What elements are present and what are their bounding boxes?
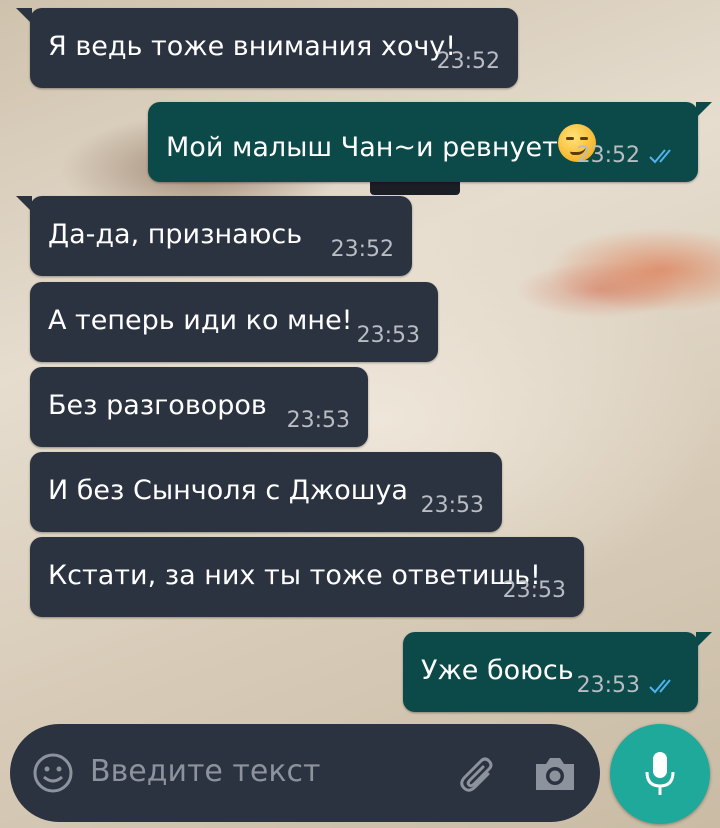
message-time: 23:53 — [420, 493, 484, 518]
emoji-icon[interactable] — [32, 752, 74, 794]
voice-record-button[interactable] — [610, 724, 710, 824]
message-bubble-incoming[interactable]: Я ведь тоже внимания хочу! 23:52 — [16, 8, 518, 88]
message-text-content: Мой малыш Чан~и ревнует — [166, 132, 558, 163]
message-input[interactable]: Введите текст — [90, 754, 320, 789]
camera-icon[interactable] — [532, 754, 578, 794]
message-bubble-incoming[interactable]: А теперь иди ко мне! 23:53 — [30, 282, 438, 362]
message-text: Кстати, за них ты тоже ответишь! — [48, 560, 541, 591]
read-receipt-double-check-icon — [649, 149, 671, 164]
message-time: 23:53 — [356, 323, 420, 348]
bubble-tail — [696, 102, 712, 118]
message-text: Да-да, признаюсь — [48, 219, 303, 250]
message-text: Уже боюсь — [421, 655, 574, 686]
message-time: 23:52 — [576, 143, 640, 168]
attach-icon[interactable] — [456, 752, 500, 796]
mic-icon — [645, 752, 675, 795]
read-receipt-double-check-icon — [649, 679, 671, 694]
message-text: И без Сынчоля с Джошуа — [48, 475, 408, 506]
message-bubble-incoming[interactable]: И без Сынчоля с Джошуа 23:53 — [30, 452, 502, 532]
message-time: 23:52 — [330, 237, 394, 262]
bubble-tail — [696, 632, 712, 648]
message-time: 23:53 — [502, 578, 566, 603]
message-bubble-incoming[interactable]: Без разговоров 23:53 — [30, 367, 368, 447]
message-time: 23:52 — [436, 49, 500, 74]
message-composer[interactable]: Введите текст — [10, 724, 600, 822]
bubble-tail — [16, 196, 32, 212]
message-bubble-incoming[interactable]: Кстати, за них ты тоже ответишь! 23:53 — [30, 537, 584, 617]
message-time: 23:53 — [286, 408, 350, 433]
message-text: Я ведь тоже внимания хочу! — [48, 31, 457, 62]
message-text: Мой малыш Чан~и ревнует — [166, 124, 596, 165]
message-bubble-outgoing[interactable]: Уже боюсь 23:53 — [403, 632, 712, 712]
message-text: А теперь иди ко мне! — [48, 305, 353, 336]
message-text: Без разговоров — [48, 390, 267, 421]
bubble-tail — [16, 8, 32, 24]
message-bubble-incoming[interactable]: Да-да, признаюсь 23:52 — [16, 196, 412, 276]
message-time: 23:53 — [576, 673, 640, 698]
message-bubble-outgoing[interactable]: Мой малыш Чан~и ревнует 23:52 — [148, 102, 712, 182]
